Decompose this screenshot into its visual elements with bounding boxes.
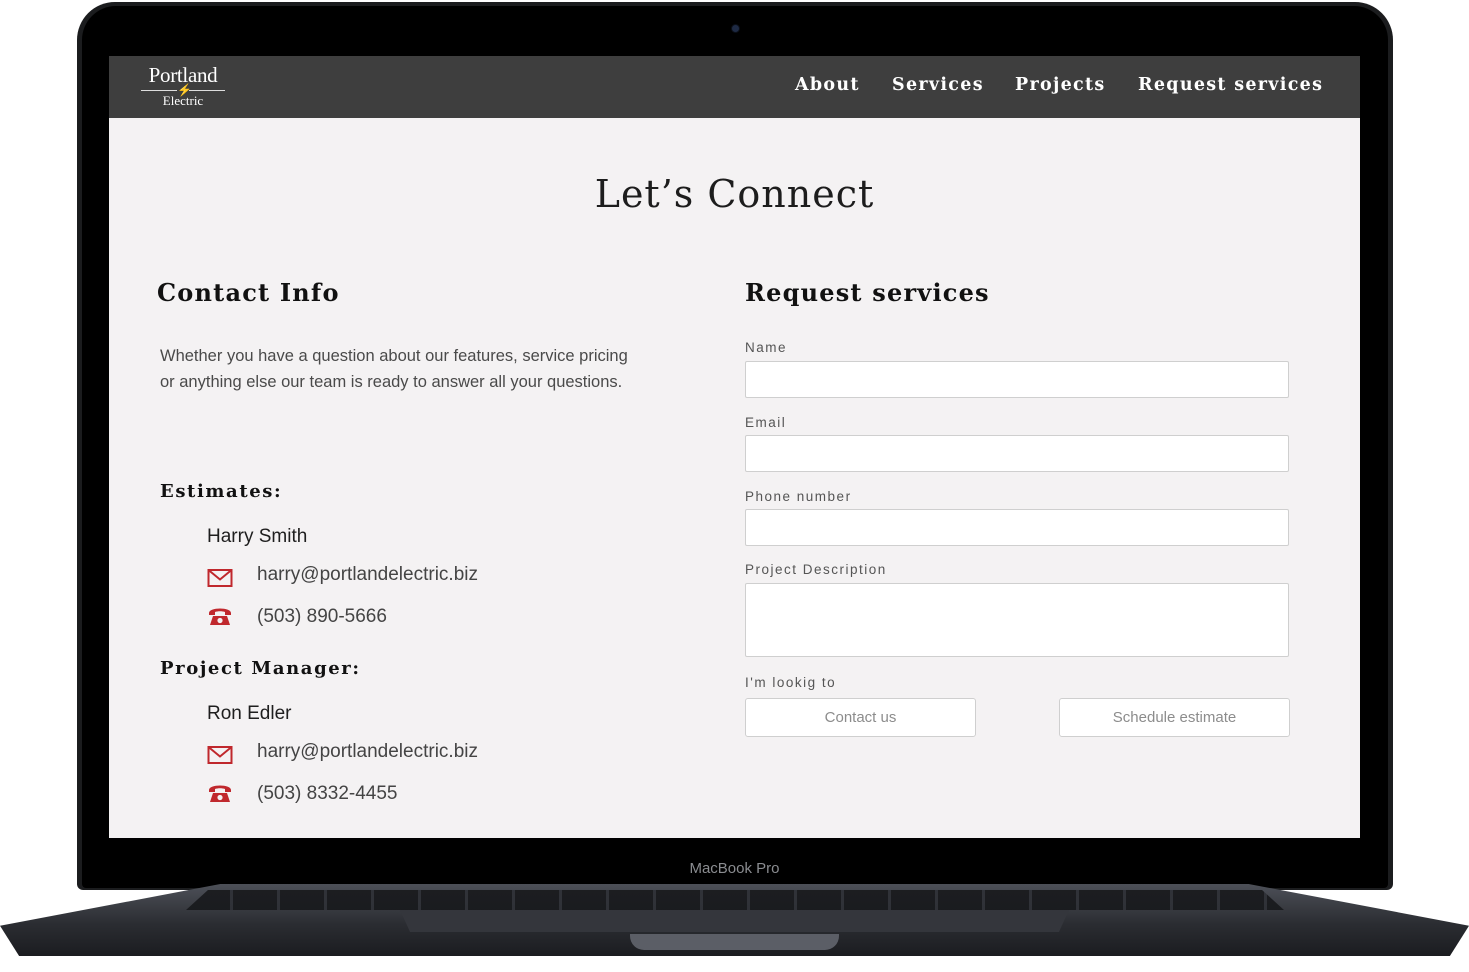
estimates-contact-name: Harry Smith (207, 526, 308, 547)
email-label: Email (745, 415, 787, 430)
keyboard (186, 890, 1284, 910)
nav-request-services[interactable]: Request services (1138, 75, 1323, 95)
project-manager-phone-link[interactable]: (503) 8332-4455 (257, 783, 398, 805)
project-description-label: Project Description (745, 562, 887, 577)
phone-icon (209, 785, 231, 802)
browser-screen: Portland ⚡ Electric About Services Proje… (109, 56, 1360, 838)
page-title: Let’s Connect (594, 172, 875, 216)
brand-subtitle: Electric (162, 93, 204, 108)
email-input[interactable] (745, 435, 1289, 472)
request-services-heading: Request services (745, 278, 990, 307)
contact-intro: Whether you have a question about our fe… (160, 347, 628, 391)
phone-icon (209, 608, 231, 625)
camera-icon (732, 25, 739, 32)
project-manager-contact-name: Ron Edler (207, 703, 292, 724)
mail-icon (207, 569, 233, 587)
schedule-estimate-button[interactable]: Schedule estimate (1059, 698, 1290, 737)
logo-divider-left (141, 90, 177, 91)
logo-divider-right (189, 90, 225, 91)
phone-input[interactable] (745, 509, 1289, 546)
top-navbar: Portland ⚡ Electric About Services Proje… (109, 56, 1360, 118)
trackpad-edge (400, 910, 1069, 932)
nav-projects[interactable]: Projects (1015, 75, 1106, 95)
estimates-phone-link[interactable]: (503) 890-5666 (257, 606, 387, 628)
estimates-email-link[interactable]: harry@portlandelectric.biz (257, 564, 478, 586)
contact-us-button[interactable]: Contact us (745, 698, 976, 737)
name-label: Name (745, 340, 788, 355)
contact-info-heading: Contact Info (157, 278, 340, 307)
project-description-textarea[interactable] (745, 583, 1289, 657)
project-manager-email-link[interactable]: harry@portlandelectric.biz (257, 741, 478, 763)
lid-notch (630, 934, 839, 950)
mail-icon (207, 746, 233, 764)
request-type-label: I'm lookig to (745, 675, 837, 690)
nav-services[interactable]: Services (892, 75, 984, 95)
estimates-heading: Estimates: (160, 481, 283, 502)
nav-about[interactable]: About (795, 75, 860, 95)
brand-logo[interactable]: Portland ⚡ Electric (139, 63, 227, 111)
model-label: MacBook Pro (689, 860, 780, 877)
project-manager-heading: Project Manager: (160, 658, 361, 679)
phone-label: Phone number (745, 489, 852, 504)
name-input[interactable] (745, 361, 1289, 398)
